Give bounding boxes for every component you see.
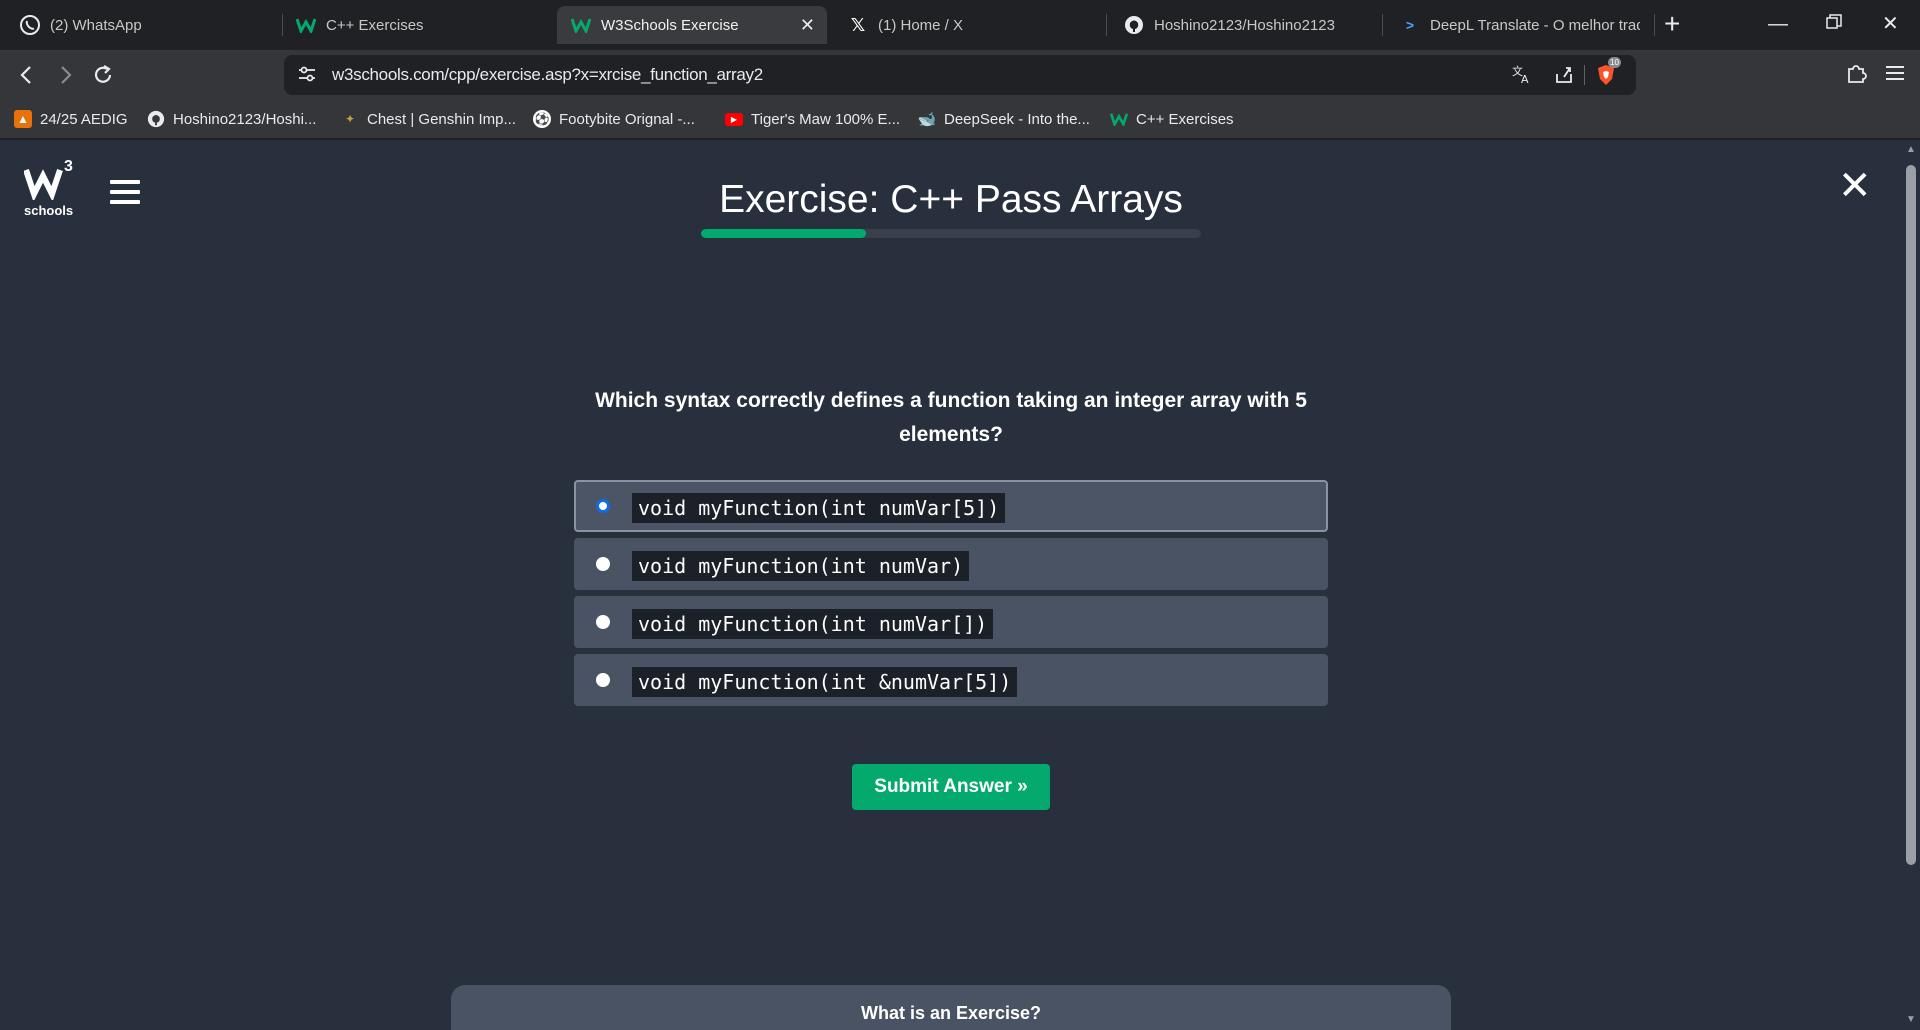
whatsapp-icon [20,15,40,35]
page-content: 3 schools Exercise: C++ Pass Arrays ✕ Wh… [0,140,1902,1030]
tab-title: C++ Exercises [326,16,424,34]
tab-divider [1654,14,1655,36]
tab-title: (2) WhatsApp [50,16,142,34]
svg-text:A: A [1521,73,1529,85]
bookmark-item[interactable]: ▶ Tiger's Maw 100% E... [725,108,900,130]
option-code: void myFunction(int &numVar[5]) [632,667,1018,697]
logo-superscript: 3 [64,158,73,175]
bookmark-item[interactable]: ▲ 24/25 AEDIG [14,108,128,130]
tab-whatsapp[interactable]: (2) WhatsApp [6,6,274,44]
exercise-progress-bar [701,229,1201,238]
scroll-up-icon[interactable]: ▲ [1906,144,1916,155]
deepseek-icon: 🐋 [917,111,937,128]
w3schools-icon [1110,110,1128,128]
x-icon: 𝕏 [850,14,866,35]
url-text: w3schools.com/cpp/exercise.asp?x=xrcise_… [332,65,763,84]
address-bar[interactable]: w3schools.com/cpp/exercise.asp?x=xrcise_… [284,55,1636,95]
restore-icon[interactable] [1826,8,1842,40]
minimize-icon[interactable]: — [1768,8,1788,40]
scrollbar[interactable]: ▲ ▼ [1902,140,1920,1030]
site-settings-icon[interactable] [296,63,318,85]
w3schools-icon [296,15,316,35]
person-icon: ▲ [14,110,32,128]
bookmark-item[interactable]: Hoshino2123/Hoshi... [147,108,316,130]
bookmark-label: C++ Exercises [1136,110,1234,128]
close-window-icon[interactable]: ✕ [1882,8,1899,40]
page-title: Exercise: C++ Pass Arrays [719,178,1183,221]
info-card-title: What is an Exercise? [860,1003,1042,1023]
new-tab-button[interactable]: + [1664,8,1680,40]
brave-shield-icon[interactable]: 10 [1594,57,1621,87]
close-tab-icon[interactable]: ✕ [800,15,815,36]
scrollbar-thumb[interactable] [1906,165,1916,865]
football-icon: ⚽ [533,110,551,128]
tab-title: (1) Home / X [878,16,964,34]
tab-x-home[interactable]: 𝕏 (1) Home / X [834,6,1104,44]
progress-fill [701,229,866,238]
github-icon [1124,15,1144,35]
share-icon[interactable] [1552,63,1576,87]
tab-title: Hoshino2123/Hoshino2123 [1154,16,1335,34]
translate-icon[interactable]: 文A [1510,63,1534,87]
tab-title: W3Schools Exercise [601,16,739,34]
extensions-icon[interactable] [1842,60,1872,90]
tab-deepl[interactable]: > DeepL Translate - O melhor tradu [1386,6,1652,44]
question-text: Which syntax correctly defines a functio… [595,389,1307,446]
answer-option[interactable]: void myFunction(int &numVar[5]) [574,654,1328,706]
w3schools-icon [571,15,591,35]
option-code: void myFunction(int numVar[5]) [632,493,1006,523]
tab-github[interactable]: Hoshino2123/Hoshino2123 [1110,6,1380,44]
tab-cpp-exercises[interactable]: C++ Exercises [282,6,552,44]
answer-options: void myFunction(int numVar[5]) void myFu… [574,480,1328,712]
radio-button[interactable] [596,673,610,687]
answer-option[interactable]: void myFunction(int numVar[5]) [574,480,1328,532]
bookmark-label: Tiger's Maw 100% E... [751,110,901,128]
reload-icon[interactable] [88,60,118,90]
forward-icon[interactable] [50,60,80,90]
bookmark-item[interactable]: 🐋 DeepSeek - Into the... [918,108,1090,130]
option-code: void myFunction(int numVar) [632,551,970,581]
chest-icon: ✦ [344,112,356,126]
info-card: What is an Exercise? [451,985,1451,1030]
brave-badge: 10 [1608,57,1621,68]
tab-divider [1382,14,1383,36]
answer-option[interactable]: void myFunction(int numVar[]) [574,596,1328,648]
bookmark-item[interactable]: C++ Exercises [1110,108,1234,130]
radio-button[interactable] [596,557,610,571]
radio-button[interactable] [596,615,610,629]
scroll-down-icon[interactable]: ▼ [1906,1014,1916,1025]
back-icon[interactable] [12,60,42,90]
divider [1584,65,1585,85]
youtube-icon: ▶ [725,112,743,126]
github-icon [147,110,165,128]
answer-option[interactable]: void myFunction(int numVar) [574,538,1328,590]
bookmark-item[interactable]: ✦ Chest | Genshin Imp... [341,108,516,130]
menu-icon[interactable] [1880,60,1910,90]
radio-button[interactable] [596,499,610,513]
deepl-icon: > [1405,17,1415,33]
close-exercise-icon[interactable]: ✕ [1838,166,1872,206]
bookmark-label: Chest | Genshin Imp... [367,110,516,128]
bookmark-item[interactable]: ⚽ Footybite Orignal -... [533,108,695,130]
option-code: void myFunction(int numVar[]) [632,609,994,639]
submit-answer-button[interactable]: Submit Answer » [852,764,1050,810]
bookmark-label: Hoshino2123/Hoshi... [173,110,317,128]
bookmark-label: Footybite Orignal -... [559,110,695,128]
bookmark-label: 24/25 AEDIG [40,110,128,128]
tab-strip: (2) WhatsApp C++ Exercises W3Schools Exe… [0,0,1920,50]
bookmark-label: DeepSeek - Into the... [944,110,1090,128]
tab-divider [1106,14,1107,36]
tab-w3schools-exercise[interactable]: W3Schools Exercise ✕ [557,6,827,44]
tab-title: DeepL Translate - O melhor tradu [1430,16,1640,34]
